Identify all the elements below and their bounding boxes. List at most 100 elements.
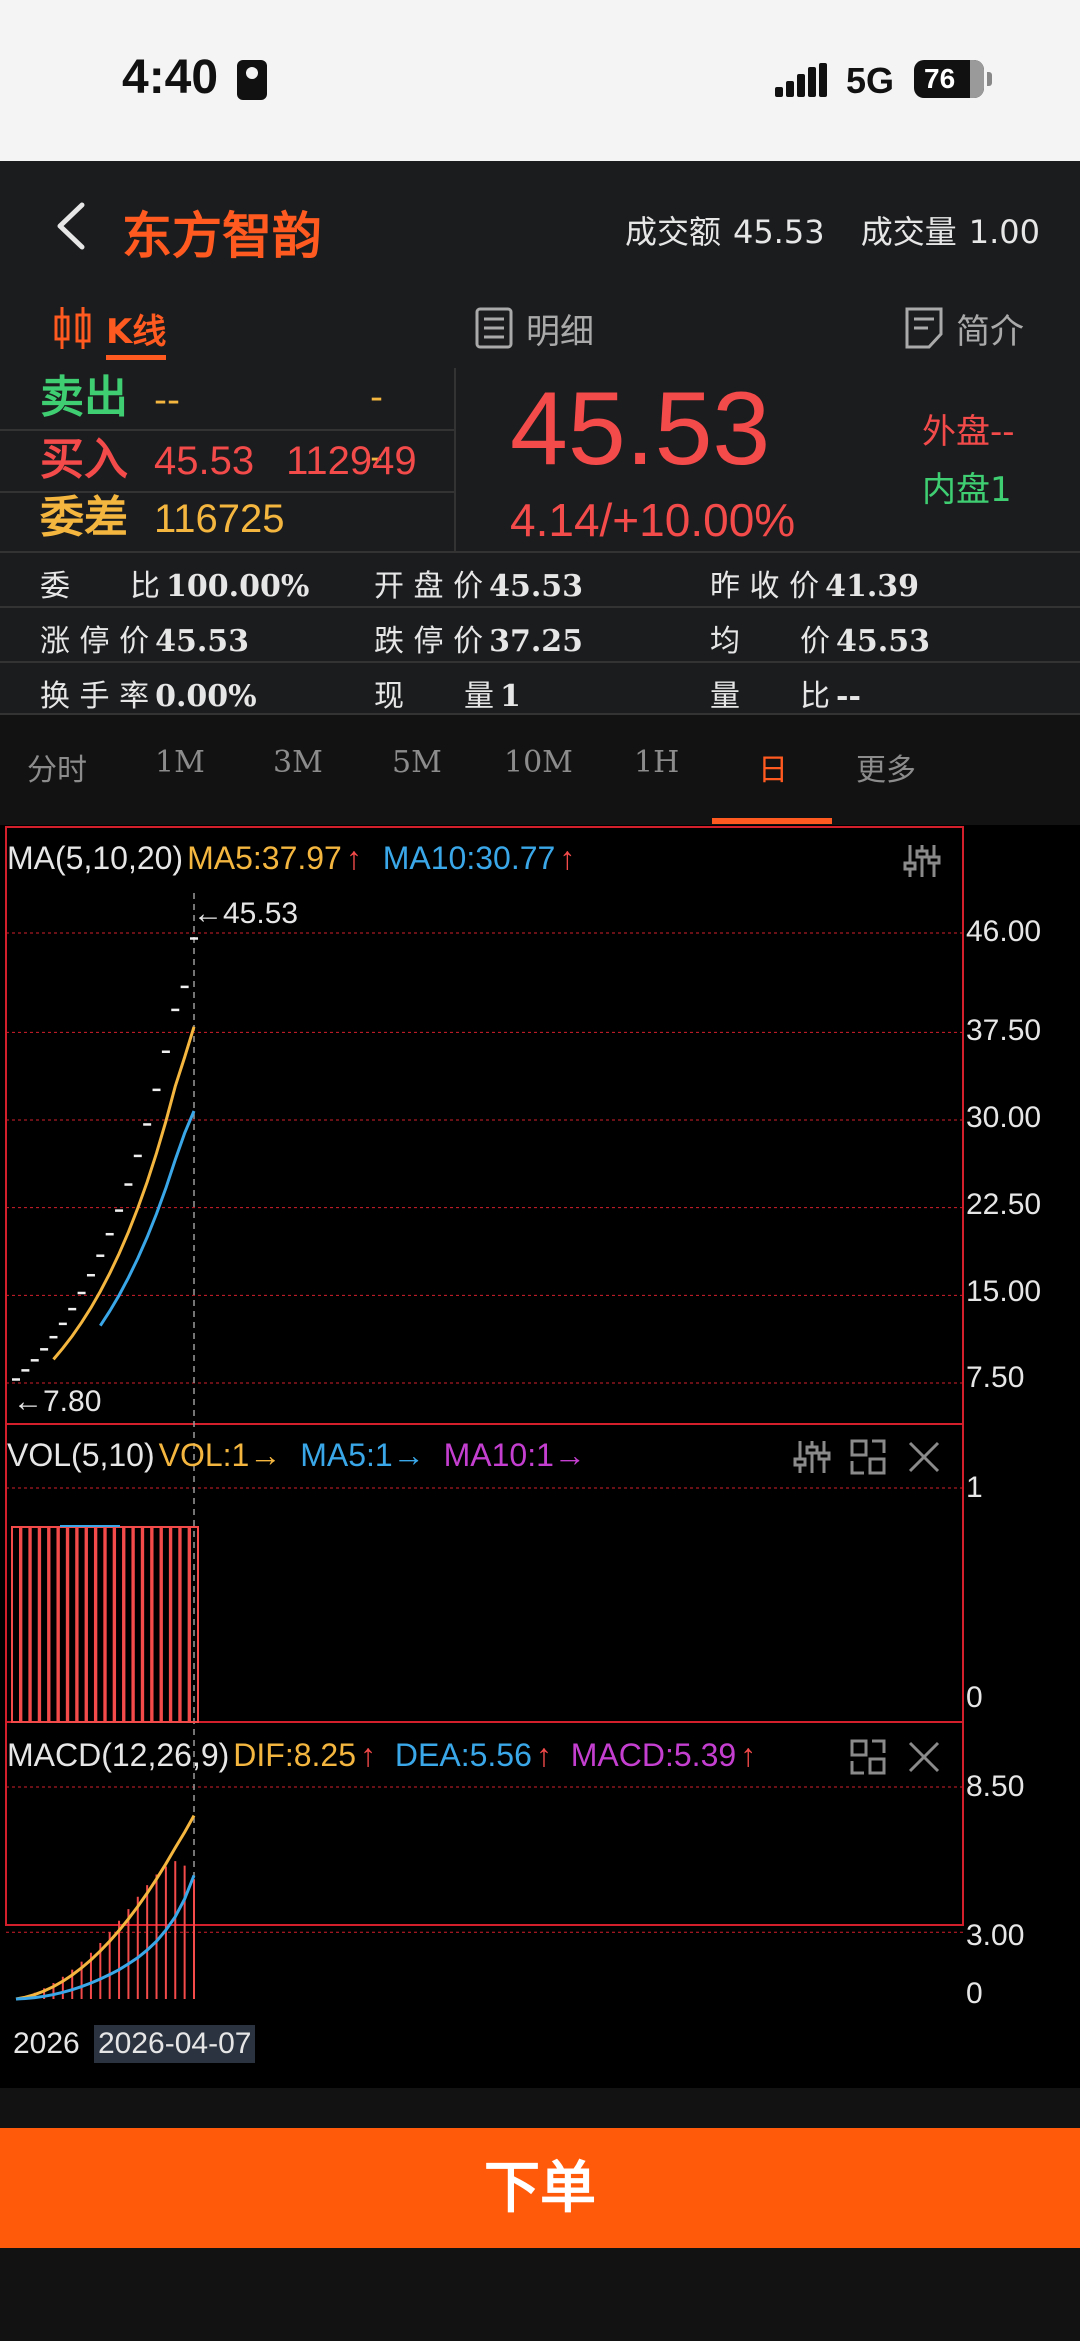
- volume-bar: [179, 1526, 190, 1723]
- info-cell: 量 比 --: [710, 679, 861, 714]
- macd-legend-name: MACD(12,26,9): [7, 1737, 230, 1773]
- info-cell: 昨 收 价 41.39: [710, 569, 920, 604]
- current-price: 45.53: [510, 371, 771, 487]
- dif-line: [15, 1814, 196, 2001]
- info-cell: 跌 停 价 37.25: [374, 624, 584, 659]
- info-cell: 均 价 45.53: [710, 624, 930, 659]
- period-tab-more[interactable]: 更多: [856, 745, 916, 789]
- buy-price: 45.53: [154, 439, 255, 483]
- inner-volume: 内盘1: [922, 470, 1012, 510]
- price-tick: 37.50: [966, 1014, 1042, 1047]
- tab-intro-label: 简介: [956, 311, 1024, 352]
- tab-detail-label: 明细: [526, 311, 594, 352]
- volume-bar: [170, 1526, 181, 1723]
- ma10-line: [99, 1110, 196, 1327]
- price-tick: 15.00: [966, 1275, 1042, 1308]
- volume-bar: [11, 1526, 21, 1723]
- sell-price: --: [154, 380, 180, 421]
- period-tabs: 分时 1M 3M 5M 10M 1H 日 更多: [0, 715, 1080, 825]
- price-tick: 46.00: [966, 915, 1042, 948]
- period-tab-10m[interactable]: 10M: [504, 745, 573, 780]
- tab-intro[interactable]: 简介: [904, 298, 1024, 358]
- price-change: 4.14/+10.00%: [510, 494, 796, 546]
- vol-legend: VOL(5,10) VOL:1→ MA5:1→ MA10:1→: [7, 1437, 590, 1474]
- header-stats: 成交额 45.53 成交量 1.00: [599, 207, 1040, 253]
- price-tick: 7.50: [966, 1361, 1025, 1394]
- vol-close-icon[interactable]: [904, 1437, 944, 1477]
- battery-icon: 76: [914, 60, 992, 98]
- ma-legend: MA(5,10,20) MA5:37.97 ↑ MA10:30.77 ↑: [7, 840, 579, 877]
- period-tab-day[interactable]: 日: [758, 745, 788, 789]
- info-cell: 现 量1: [374, 679, 521, 714]
- macd-tick: 8.50: [966, 1770, 1025, 1803]
- info-grid: 委 比 100.00% 开 盘 价 45.53 昨 收 价 41.39 涨 停 价 45…: [0, 551, 1080, 715]
- turnover-label: 成交额: [624, 213, 721, 251]
- volume-value: 1.00: [968, 213, 1040, 251]
- period-tab-5m[interactable]: 5M: [392, 745, 442, 780]
- info-cell: 涨 停 价 45.53: [40, 624, 250, 659]
- status-bar: 4:40 5G 76: [0, 0, 1080, 161]
- info-cell: 委 比 100.00%: [40, 569, 310, 604]
- macd-switch-icon[interactable]: [848, 1737, 888, 1777]
- volume-bar: [160, 1526, 171, 1723]
- macd-tick: 3.00: [966, 1919, 1025, 1952]
- volume-bar: [114, 1526, 125, 1723]
- id-card-icon: [237, 60, 267, 100]
- back-arrow-icon[interactable]: [52, 201, 92, 251]
- order-book: 卖出 -- -- 买入 45.53 112949 委差 116725: [0, 368, 456, 551]
- high-price-pointer: ←45.53: [193, 897, 299, 930]
- header: 东方智韵 成交额 45.53 成交量 1.00: [0, 161, 1080, 288]
- volume-bar: [67, 1526, 78, 1723]
- volume-bar: [151, 1526, 162, 1723]
- volume-bar: [29, 1526, 40, 1723]
- volume-bar: [142, 1526, 153, 1723]
- tab-kline[interactable]: K线: [52, 298, 167, 360]
- chart-area[interactable]: MA(5,10,20) MA5:37.97 ↑ MA10:30.77 ↑ ←45.53…: [0, 825, 1080, 2088]
- vol-ma5-value: MA5:1→: [300, 1437, 425, 1473]
- vol-switch-icon[interactable]: [848, 1437, 888, 1477]
- diff-label: 委差: [40, 492, 128, 543]
- tab-kline-label: K线: [106, 311, 167, 352]
- volume-bar: [123, 1526, 134, 1723]
- tab-detail[interactable]: 明细: [474, 298, 594, 358]
- ma10-up-arrow: ↑: [559, 840, 576, 876]
- stock-name: 东方智韵: [122, 207, 322, 265]
- vol-settings-icon[interactable]: [792, 1437, 832, 1477]
- macd-tick: 0: [966, 1977, 983, 2010]
- info-row: 换 手 率 0.00% 现 量1 量 比 --: [0, 661, 1080, 715]
- volume-bar: [57, 1526, 68, 1723]
- volume-bar: [20, 1526, 31, 1723]
- info-cell: 开 盘 价 45.53: [374, 569, 584, 604]
- ma5-up-arrow: ↑: [345, 840, 362, 876]
- status-time: 4:40: [122, 51, 219, 104]
- vol-ma10-value: MA10:1→: [443, 1437, 586, 1473]
- diff-value: 116725: [154, 497, 285, 541]
- buy-label: 买入: [40, 434, 128, 485]
- period-tab-3m[interactable]: 3M: [273, 745, 323, 780]
- macd-close-icon[interactable]: [904, 1737, 944, 1777]
- price-tick: 30.00: [966, 1101, 1042, 1134]
- volume-bar: [76, 1526, 87, 1723]
- info-row: 委 比 100.00% 开 盘 价 45.53 昨 收 价 41.39: [0, 551, 1080, 605]
- place-order-button[interactable]: 下单: [0, 2128, 1080, 2248]
- volume-label: 成交量: [860, 213, 957, 251]
- buy-volume: 112949: [286, 439, 417, 483]
- date-label-start: 2026: [13, 2027, 80, 2060]
- volume-bar: [48, 1526, 59, 1723]
- period-tab-1h[interactable]: 1H: [634, 745, 679, 780]
- signal-icon: [775, 63, 827, 97]
- sell-label: 卖出: [40, 372, 128, 423]
- settings-sliders-icon[interactable]: [902, 841, 942, 881]
- buy-row: 买入 45.53 112949: [40, 430, 417, 490]
- period-tab-fenshi[interactable]: 分时: [27, 745, 87, 789]
- info-cell: 换 手 率 0.00%: [40, 679, 257, 714]
- price-tick: 22.50: [966, 1188, 1042, 1221]
- vol-legend-name: VOL(5,10): [7, 1437, 155, 1473]
- candlestick-icon: [54, 307, 91, 349]
- period-tab-1m[interactable]: 1M: [155, 745, 205, 780]
- home-indicator-area: [0, 2248, 1080, 2341]
- ma10-value: MA10:30.77: [382, 840, 556, 876]
- volume-bar: [132, 1526, 143, 1723]
- volume-bar: [39, 1526, 50, 1723]
- quote-panel: 卖出 -- -- 买入 45.53 112949 委差 116725 45.53…: [0, 368, 1080, 551]
